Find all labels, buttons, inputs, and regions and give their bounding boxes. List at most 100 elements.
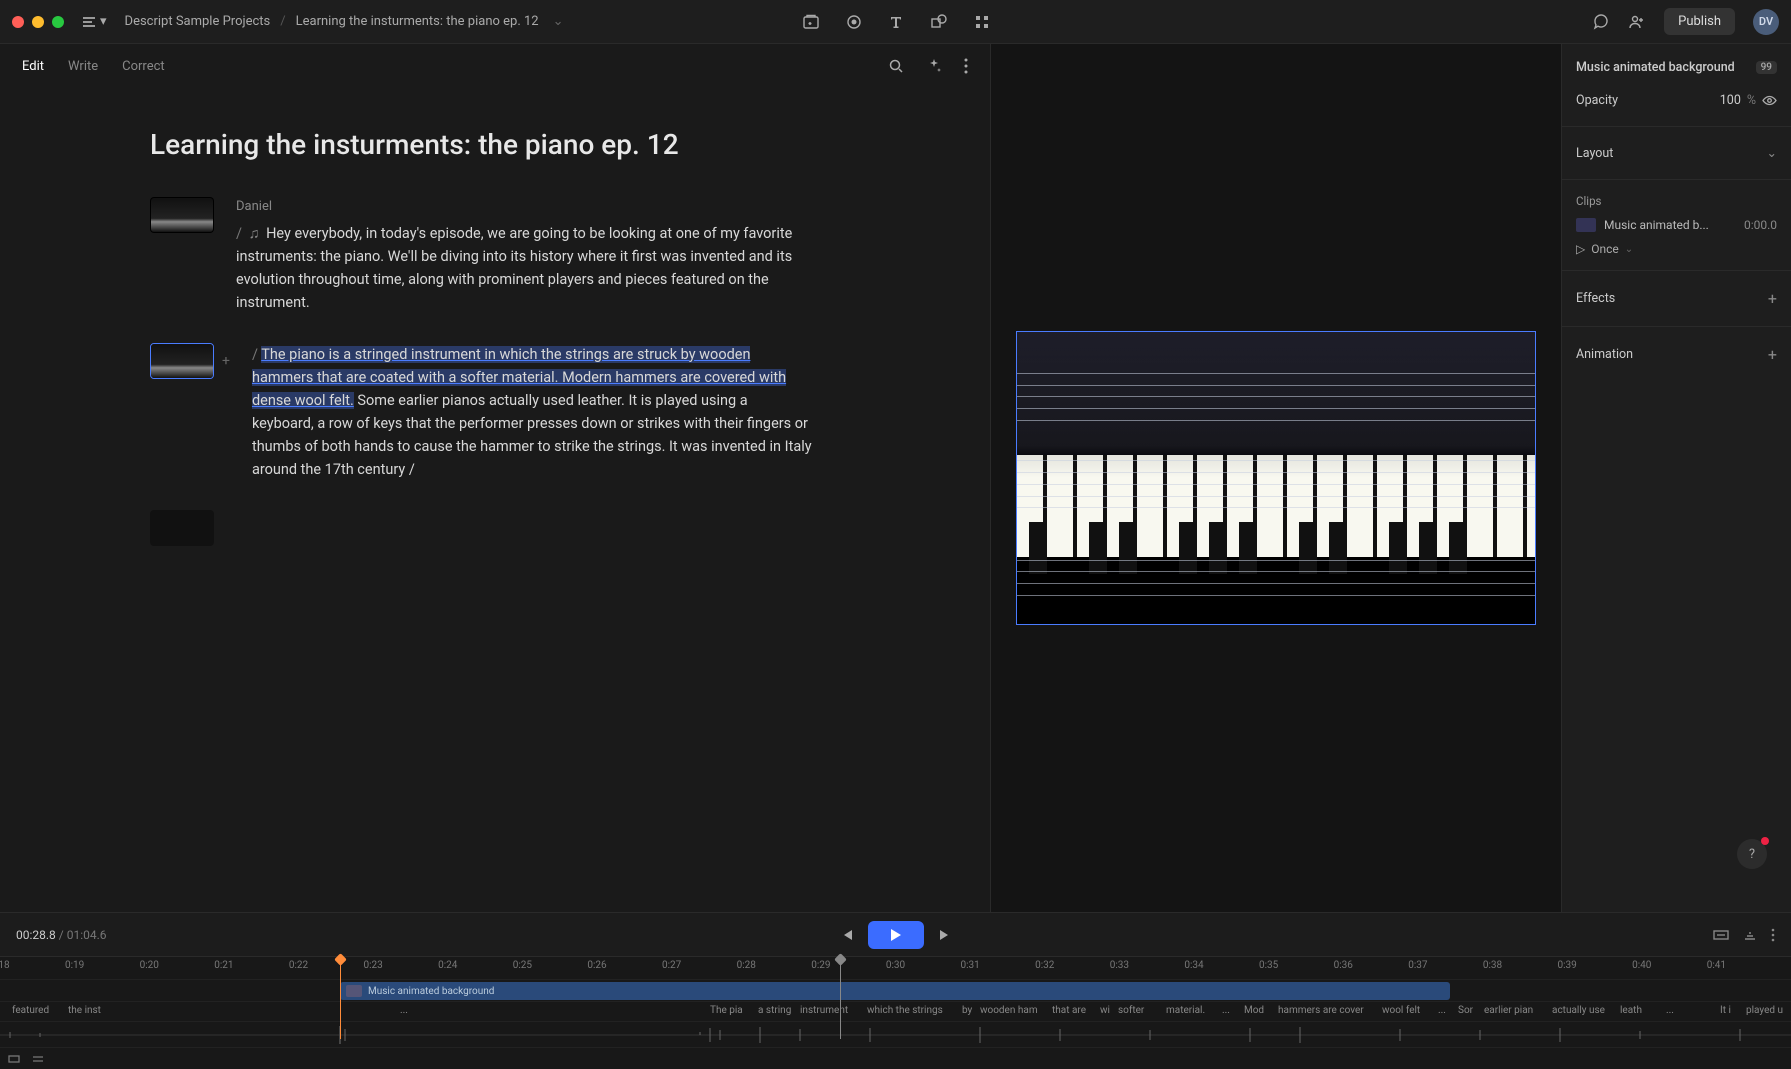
playhead-marker[interactable]	[340, 957, 341, 1039]
ruler-tick: 0:24	[448, 957, 523, 979]
opacity-value[interactable]: 100	[1720, 93, 1741, 108]
duration: 01:04.6	[67, 928, 107, 942]
collapse-track-icon[interactable]	[8, 1053, 20, 1065]
tab-correct[interactable]: Correct	[122, 59, 165, 74]
ruler-tick: 0:32	[1045, 957, 1120, 979]
transcript-word[interactable]: Sor	[1458, 1005, 1473, 1016]
transcript-word[interactable]: the inst	[68, 1005, 101, 1016]
transcript-word[interactable]: wool felt	[1382, 1005, 1420, 1016]
share-people-icon[interactable]	[1628, 13, 1646, 31]
transcript-word[interactable]: which the strings	[867, 1005, 943, 1016]
tab-edit[interactable]: Edit	[22, 59, 44, 74]
visibility-icon[interactable]	[1762, 93, 1777, 108]
scene-thumbnail[interactable]	[150, 197, 214, 233]
transcript-word[interactable]: ...	[1666, 1005, 1674, 1016]
apps-grid-icon[interactable]	[974, 14, 990, 30]
record-icon[interactable]	[846, 14, 862, 30]
transcript-word[interactable]: The pia	[710, 1005, 743, 1016]
animation-row[interactable]: Animation +	[1576, 341, 1777, 368]
play-button[interactable]	[868, 921, 924, 949]
play-small-icon: ▷	[1576, 242, 1585, 256]
script-block: Daniel / ♫ Hey everybody, in today's epi…	[150, 197, 870, 315]
add-effect-icon[interactable]: +	[1768, 289, 1777, 308]
layout-row[interactable]: Layout ⌄	[1576, 141, 1777, 165]
maximize-window-icon[interactable]	[52, 16, 64, 28]
clip-label: Music animated background	[368, 986, 494, 997]
music-note-icon: ♫	[249, 225, 260, 242]
effects-row[interactable]: Effects +	[1576, 285, 1777, 312]
transcript-word[interactable]: by	[962, 1005, 972, 1016]
transcript-word[interactable]: featured	[12, 1005, 49, 1016]
scene-marker: /	[252, 346, 261, 363]
shapes-tool-icon[interactable]	[930, 13, 948, 31]
skip-forward-icon[interactable]	[938, 928, 952, 942]
ruler-tick: 0:34	[1194, 957, 1269, 979]
text-tool-icon[interactable]	[888, 14, 904, 30]
chevron-down-icon[interactable]: ⌄	[553, 14, 564, 29]
breadcrumb-project[interactable]: Learning the insturments: the piano ep. …	[296, 14, 539, 29]
avatar[interactable]: DV	[1753, 9, 1779, 35]
canvas-content	[1017, 332, 1535, 624]
transcript-track[interactable]: featuredthe inst...The piaa stringinstru…	[0, 1001, 1791, 1021]
more-vertical-icon[interactable]	[964, 58, 968, 74]
transcript-word[interactable]: wooden ham	[980, 1005, 1038, 1016]
transcript-word[interactable]: material.	[1166, 1005, 1205, 1016]
toolbar-right: Publish DV	[1593, 8, 1779, 35]
media-library-icon[interactable]	[802, 13, 820, 31]
ruler-tick: 0:36	[1343, 957, 1418, 979]
transcript-word[interactable]: ...	[400, 1005, 408, 1016]
clip-item[interactable]: Music animated b... 0:00.0	[1576, 218, 1777, 232]
transcript-word[interactable]: It i	[1720, 1005, 1731, 1016]
help-button[interactable]: ?	[1737, 839, 1767, 869]
audio-waveform-track[interactable]	[0, 1021, 1791, 1047]
cursor-marker[interactable]	[840, 957, 841, 1039]
publish-button[interactable]: Publish	[1664, 8, 1735, 35]
add-scene-icon[interactable]: +	[222, 353, 230, 369]
ai-sparkle-icon[interactable]	[926, 58, 942, 74]
breadcrumb-folder[interactable]: Descript Sample Projects	[125, 14, 271, 29]
more-vertical-icon[interactable]	[1771, 928, 1775, 942]
transcript-word[interactable]: actually use	[1552, 1005, 1605, 1016]
scene-thumbnail-selected[interactable]	[150, 343, 214, 379]
comments-icon[interactable]	[1593, 13, 1610, 30]
minimize-window-icon[interactable]	[32, 16, 44, 28]
transcript-word[interactable]: played u	[1746, 1005, 1783, 1016]
page-title[interactable]: Learning the insturments: the piano ep. …	[150, 128, 870, 161]
script-document: Learning the insturments: the piano ep. …	[0, 88, 990, 912]
transcript-word[interactable]: that are	[1052, 1005, 1086, 1016]
transcript-word[interactable]: a string	[758, 1005, 791, 1016]
tab-write[interactable]: Write	[68, 59, 98, 74]
transcript-word[interactable]: earlier pian	[1484, 1005, 1533, 1016]
toolbar-center	[802, 13, 990, 31]
close-window-icon[interactable]	[12, 16, 24, 28]
script-text[interactable]: Daniel / ♫ Hey everybody, in today's epi…	[236, 197, 796, 315]
transcript-word[interactable]: hammers are cover	[1278, 1005, 1364, 1016]
loop-label: Once	[1591, 242, 1619, 256]
video-track[interactable]: Music animated background	[0, 979, 1791, 1001]
transcript-word[interactable]: leath	[1620, 1005, 1642, 1016]
zoom-timeline-icon[interactable]	[1743, 928, 1757, 942]
clip-name: Music animated b...	[1604, 218, 1709, 232]
transcript-word[interactable]: softer	[1118, 1005, 1144, 1016]
transcript-word[interactable]: ...	[1438, 1005, 1446, 1016]
video-clip[interactable]: Music animated background	[340, 982, 1450, 1000]
ruler-tick: 0:31	[970, 957, 1045, 979]
transcript-word[interactable]: Mod	[1244, 1005, 1264, 1016]
ruler-tick: 0:40	[1642, 957, 1717, 979]
clip-thumbnail	[1576, 218, 1596, 232]
project-menu-button[interactable]: ▾	[82, 14, 107, 29]
scene-thumbnail-empty[interactable]	[150, 510, 214, 546]
transcript-word[interactable]: wi	[1100, 1005, 1110, 1016]
track-settings-icon[interactable]	[32, 1053, 44, 1065]
scene-marker: /	[236, 225, 242, 242]
transcript-word[interactable]: ...	[1222, 1005, 1230, 1016]
fit-width-icon[interactable]	[1713, 928, 1729, 942]
search-icon[interactable]	[888, 58, 904, 74]
loop-row[interactable]: ▷ Once ⌄	[1576, 242, 1777, 256]
add-animation-icon[interactable]: +	[1768, 345, 1777, 364]
skip-back-icon[interactable]	[840, 928, 854, 942]
transcript-text[interactable]: Hey everybody, in today's episode, we ar…	[236, 225, 792, 312]
timeline-ruler[interactable]: 0:180:190:200:210:220:230:240:250:260:27…	[0, 957, 1791, 979]
canvas-frame[interactable]	[1016, 331, 1536, 625]
script-text[interactable]: / The piano is a stringed instrument in …	[252, 343, 812, 482]
